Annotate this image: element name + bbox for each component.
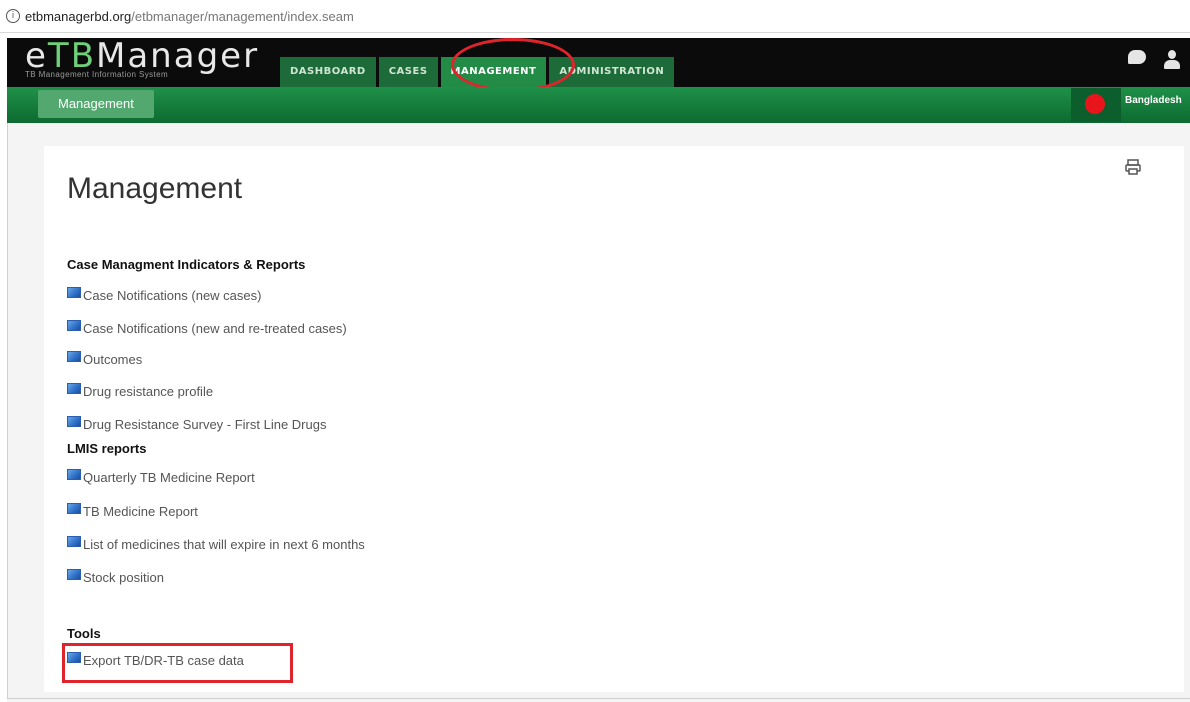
report-link-label: Quarterly TB Medicine Report [83, 469, 255, 485]
content-left-border [7, 123, 8, 698]
report-icon [67, 568, 81, 580]
management-breadcrumb-button[interactable]: Management [38, 90, 154, 118]
report-link-label: List of medicines that will expire in ne… [83, 536, 365, 552]
logo-text: eTBManager [25, 38, 259, 74]
app-header: eTBManager TB Management Information Sys… [7, 38, 1190, 87]
report-link-label: Drug resistance profile [83, 383, 214, 399]
bottom-border [7, 698, 1190, 699]
user-icon[interactable] [1164, 50, 1180, 72]
country-label[interactable]: Bangladesh [1125, 95, 1182, 106]
sub-navigation-bar: Management Bangladesh [7, 87, 1190, 123]
tab-administration[interactable]: ADMINISTRATION [549, 57, 675, 87]
section-title-tools: Tools [67, 626, 101, 641]
page-title: Management [67, 172, 243, 205]
report-link-label: Stock position [83, 569, 164, 585]
app-logo[interactable]: eTBManager TB Management Information Sys… [25, 38, 259, 79]
user-icon-head [1168, 50, 1176, 59]
report-link[interactable]: Stock position [67, 568, 164, 586]
tab-cases[interactable]: CASES [378, 57, 438, 87]
report-icon [67, 535, 81, 547]
chat-icon[interactable] [1128, 50, 1146, 64]
url-domain: etbmanagerbd.org [25, 8, 132, 24]
section-title-case-management: Case Managment Indicators & Reports [67, 257, 306, 272]
report-icon [67, 350, 81, 362]
bangladesh-flag-icon [1085, 94, 1105, 114]
report-icon [67, 286, 81, 298]
report-icon [67, 382, 81, 394]
report-link[interactable]: TB Medicine Report [67, 502, 198, 520]
report-icon [67, 319, 81, 331]
browser-address-bar[interactable]: i etbmanagerbd.org/etbmanager/management… [0, 0, 1190, 33]
tab-dashboard[interactable]: DASHBOARD [280, 57, 376, 87]
report-icon [67, 468, 81, 480]
report-link-label: Case Notifications (new and re-treated c… [83, 320, 347, 336]
report-link[interactable]: Case Notifications (new and re-treated c… [67, 319, 347, 337]
report-link-label: Drug Resistance Survey - First Line Drug… [83, 416, 327, 432]
report-link[interactable]: Drug Resistance Survey - First Line Drug… [67, 415, 326, 433]
main-nav: DASHBOARD CASES MANAGEMENT ADMINISTRATIO… [280, 57, 677, 87]
report-icon [67, 502, 81, 514]
print-icon[interactable] [1124, 158, 1142, 176]
report-link[interactable]: List of medicines that will expire in ne… [67, 535, 365, 553]
report-link[interactable]: Case Notifications (new cases) [67, 286, 261, 304]
export-link-highlight [62, 643, 293, 683]
info-icon[interactable]: i [6, 9, 20, 23]
user-icon-body [1164, 60, 1180, 69]
report-link-label: TB Medicine Report [83, 503, 198, 519]
tab-management[interactable]: MANAGEMENT [440, 57, 547, 87]
report-link-label: Case Notifications (new cases) [83, 287, 262, 303]
report-icon [67, 415, 81, 427]
report-link-label: Outcomes [83, 351, 143, 367]
section-title-lmis-reports: LMIS reports [67, 441, 147, 456]
report-link[interactable]: Outcomes [67, 350, 142, 368]
header-icons [1128, 50, 1180, 72]
url-path: /etbmanager/management/index.seam [131, 8, 354, 24]
report-link[interactable]: Quarterly TB Medicine Report [67, 468, 255, 486]
report-link[interactable]: Drug resistance profile [67, 382, 213, 400]
